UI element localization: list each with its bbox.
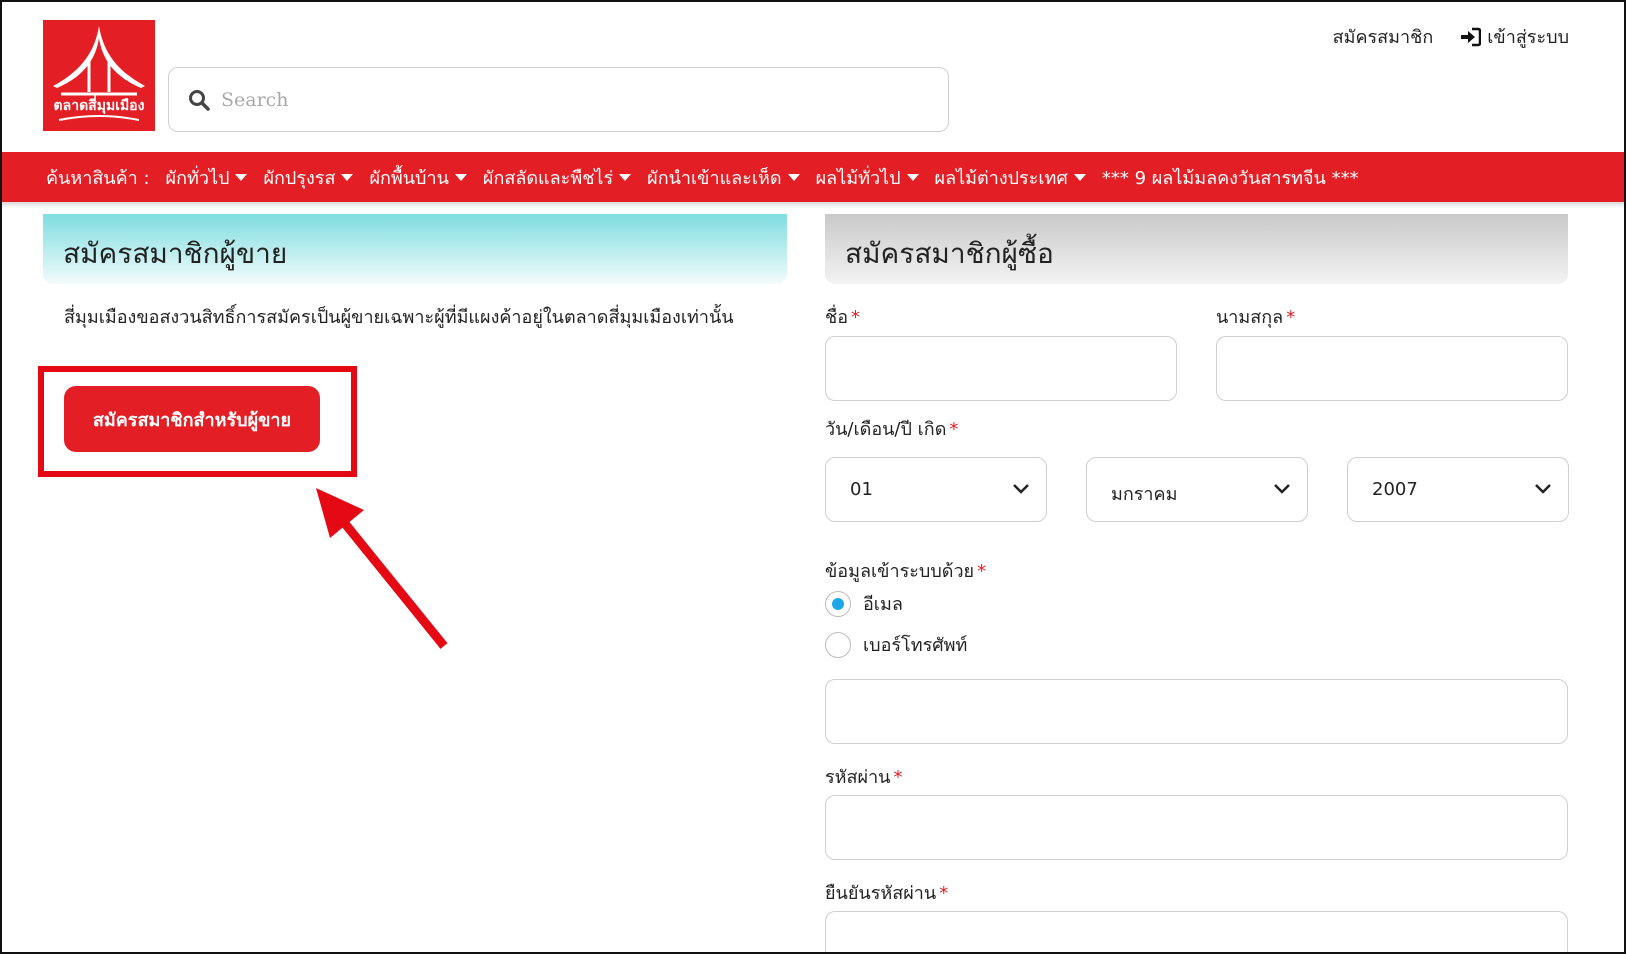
caret-down-icon bbox=[1073, 173, 1086, 181]
nav-label: ค้นหาสินค้า : bbox=[46, 167, 150, 189]
category-navbar: ค้นหาสินค้า : ผักทั่วไป ผักปรุงรส ผักพื้… bbox=[0, 152, 1626, 202]
nav-item-general-vegetables[interactable]: ผักทั่วไป bbox=[166, 163, 248, 192]
nav-item-imported-mushrooms[interactable]: ผักนำเข้าและเห็ด bbox=[647, 163, 800, 192]
password-field[interactable] bbox=[825, 795, 1568, 860]
confirm-password-label: ยืนยันรหัสผ่าน * bbox=[825, 883, 949, 904]
buyer-section-title: สมัครสมาชิกผู้ซื้อ bbox=[825, 214, 1568, 284]
login-link[interactable]: เข้าสู่ระบบ bbox=[1459, 22, 1569, 51]
login-with-label: ข้อมูลเข้าระบบด้วย * bbox=[825, 561, 987, 582]
caret-down-icon bbox=[235, 173, 248, 181]
confirm-password-field[interactable] bbox=[825, 911, 1568, 952]
search-input[interactable] bbox=[221, 80, 921, 120]
birth-year-select[interactable]: 2007 bbox=[1347, 457, 1569, 522]
radio-email[interactable] bbox=[825, 590, 851, 617]
radio-option-email[interactable]: อีเมล bbox=[825, 589, 903, 618]
caret-down-icon bbox=[787, 173, 800, 181]
nav-item-promo[interactable]: *** 9 ผลไม้มลคงวันสารทจีน *** bbox=[1102, 163, 1359, 192]
nav-item-general-fruits[interactable]: ผลไม้ทั่วไป bbox=[816, 163, 919, 192]
seller-section-title: สมัครสมาชิกผู้ขาย bbox=[43, 214, 787, 284]
nav-item-herbs[interactable]: ผักปรุงรส bbox=[263, 163, 354, 192]
radio-phone-label: เบอร์โทรศัพท์ bbox=[863, 635, 968, 656]
chevron-down-icon bbox=[1535, 484, 1551, 494]
register-link[interactable]: สมัครสมาชิก bbox=[1333, 22, 1434, 51]
radio-phone[interactable] bbox=[825, 631, 851, 658]
birth-month-select[interactable]: มกราคม bbox=[1086, 457, 1308, 522]
chevron-down-icon bbox=[1274, 484, 1290, 494]
nav-item-salad-crops[interactable]: ผักสลัดและพืชไร่ bbox=[483, 163, 632, 192]
annotation-arrow-icon bbox=[316, 488, 448, 649]
first-name-label: ชื่อ * bbox=[825, 307, 861, 328]
radio-option-phone[interactable]: เบอร์โทรศัพท์ bbox=[825, 630, 967, 659]
nav-item-imported-fruits[interactable]: ผลไม้ต่างประเทศ bbox=[935, 163, 1086, 192]
seller-register-button[interactable]: สมัครสมาชิกสำหรับผู้ขาย bbox=[64, 386, 320, 452]
site-logo[interactable]: ตลาดสี่มุมเมือง bbox=[43, 20, 155, 131]
login-link-label: เข้าสู่ระบบ bbox=[1487, 27, 1569, 48]
login-identifier-field[interactable] bbox=[825, 679, 1568, 744]
nav-item-local-vegetables[interactable]: ผักพื้นบ้าน bbox=[369, 163, 467, 192]
last-name-field[interactable] bbox=[1216, 336, 1568, 401]
chevron-down-icon bbox=[1013, 484, 1029, 494]
sign-in-icon bbox=[1461, 27, 1482, 46]
account-links: สมัครสมาชิก เข้าสู่ระบบ bbox=[1333, 22, 1569, 51]
first-name-field[interactable] bbox=[825, 336, 1177, 401]
logo-text: ตลาดสี่มุมเมือง bbox=[53, 98, 145, 114]
caret-down-icon bbox=[619, 173, 632, 181]
password-label: รหัสผ่าน * bbox=[825, 767, 903, 788]
birth-day-select[interactable]: 01 bbox=[825, 457, 1047, 522]
search-icon bbox=[189, 90, 210, 111]
caret-down-icon bbox=[906, 173, 919, 181]
caret-down-icon bbox=[454, 173, 467, 181]
birthdate-label: วัน/เดือน/ปี เกิด * bbox=[825, 419, 959, 440]
seller-description: สี่มุมเมืองขอสงวนสิทธิ์การสมัครเป็นผู้ขา… bbox=[64, 307, 734, 328]
last-name-label: นามสกุล * bbox=[1216, 307, 1296, 328]
search-box[interactable] bbox=[168, 67, 949, 132]
radio-email-label: อีเมล bbox=[863, 594, 903, 615]
caret-down-icon bbox=[341, 173, 354, 181]
